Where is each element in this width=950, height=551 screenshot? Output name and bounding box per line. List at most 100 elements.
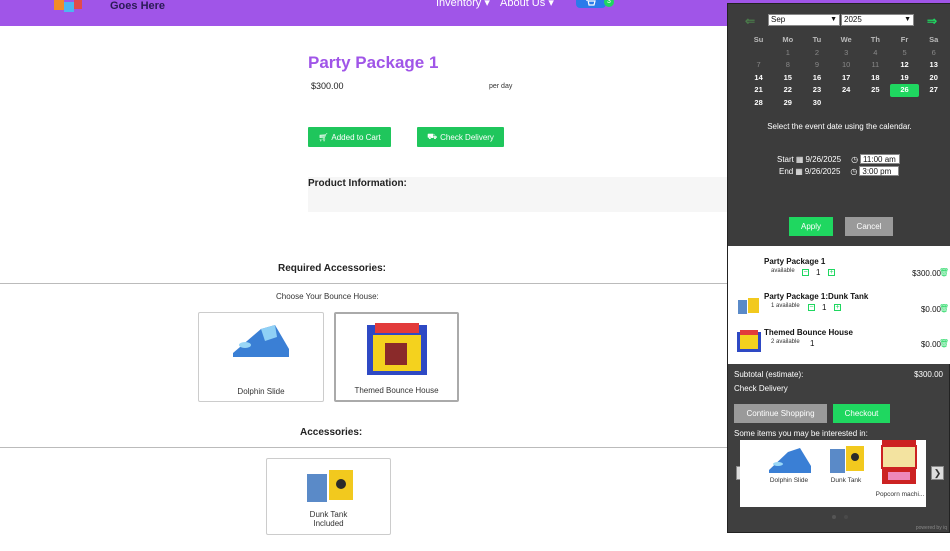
trash-icon[interactable]: 🗑︎ [939, 304, 949, 313]
clock-icon: ◷ [850, 166, 858, 176]
checkout-button[interactable]: Checkout [833, 404, 890, 423]
chevron-down-icon: ▼ [830, 16, 837, 23]
rec-item[interactable]: Dolphin Slide [760, 440, 818, 507]
truck-icon: ⛟ [427, 132, 438, 141]
day-of-week-label: Su [753, 35, 764, 44]
product-information-heading: Product Information: [308, 178, 407, 189]
plus-icon[interactable]: + [834, 304, 841, 311]
added-to-cart-button[interactable]: 🛒︎ Added to Cart [308, 127, 391, 147]
calendar-day[interactable]: 14 [744, 72, 773, 85]
nav-about-us[interactable]: About Us ▾ [500, 0, 554, 9]
cart-item-qty[interactable]: 1 [822, 303, 826, 312]
rec-item[interactable]: Dunk Tank [817, 440, 875, 507]
price-unit: per day [489, 83, 513, 90]
product-title: Party Package 1 [308, 53, 439, 72]
calendar-day: 3 [844, 47, 849, 57]
recommendations-label: Some items you may be interested in: [734, 429, 868, 438]
calendar-day[interactable]: 24 [832, 84, 861, 97]
calendar-empty-cell [919, 97, 948, 110]
apply-button[interactable]: Apply [789, 217, 833, 236]
minus-icon[interactable]: − [808, 304, 815, 311]
calendar-day-selected[interactable]: 26 [889, 84, 920, 97]
cart-side-panel: ⇐ ⇒ Sep ▼ 2025 ▼ Su Mo Tu We Th Fr Sa 1 2 3 4 5 6 7 8 9 10… [727, 3, 950, 533]
day-of-week-label: We [840, 35, 852, 44]
trash-icon[interactable]: 🗑︎ [939, 339, 949, 348]
calendar-day[interactable]: 30 [802, 97, 831, 110]
end-row: End ▦ 9/26/2025 ◷ 3:00 pm [779, 166, 900, 176]
check-delivery-button[interactable]: ⛟ Check Delivery [417, 127, 504, 147]
continue-shopping-button[interactable]: Continue Shopping [734, 404, 827, 423]
minus-icon[interactable]: − [802, 269, 809, 276]
cancel-button[interactable]: Cancel [845, 217, 893, 236]
subtotal-label: Subtotal (estimate): [734, 370, 804, 379]
day-of-week-label: Fr [900, 35, 909, 44]
dolphin-slide-image [233, 325, 289, 357]
option-dolphin-slide[interactable]: Dolphin Slide [198, 312, 324, 402]
popcorn-machine-image [881, 440, 917, 484]
cart-item-name: Themed Bounce House [764, 328, 853, 337]
calendar-day[interactable]: 21 [744, 84, 773, 97]
chevron-right-icon[interactable]: ❯ [931, 466, 944, 480]
cart-icon: 🛒︎ [318, 132, 329, 142]
option-themed-bounce-house[interactable]: Themed Bounce House [334, 312, 459, 402]
cart-item-name: Party Package 1 [764, 257, 826, 266]
calendar-day: 8 [785, 60, 790, 69]
calendar-day[interactable]: 18 [861, 72, 890, 85]
calendar-day[interactable]: 23 [802, 84, 831, 97]
trash-icon[interactable]: 🗑︎ [939, 268, 949, 277]
calendar-day[interactable]: 15 [773, 72, 802, 85]
calendar-day[interactable]: 19 [890, 72, 919, 85]
calendar-day: 11 [871, 60, 880, 69]
calendar-day[interactable]: 27 [919, 84, 948, 97]
dunk-tank-thumb [738, 298, 759, 314]
start-time-input[interactable]: 11:00 am [860, 154, 901, 164]
accessory-dunk-tank[interactable]: Dunk Tank Included [266, 458, 391, 535]
rec-item-name: Dolphin Slide [769, 477, 809, 484]
subtotal-value: $300.00 [914, 370, 943, 379]
year-select[interactable]: 2025 ▼ [841, 14, 914, 26]
calendar-day[interactable]: 25 [861, 84, 890, 97]
start-label: Start [777, 154, 794, 164]
calendar-day[interactable]: 17 [832, 72, 861, 85]
calendar-day[interactable]: 12 [890, 59, 919, 72]
chevron-down-icon: ▼ [904, 16, 911, 23]
cart-button[interactable] [576, 0, 606, 8]
calendar-day: 10 [841, 60, 851, 69]
divider [0, 447, 728, 448]
calendar-day[interactable]: 20 [919, 72, 948, 85]
calendar-day[interactable]: 28 [744, 97, 773, 110]
calendar-empty-cell [861, 97, 890, 110]
check-delivery-label: Check Delivery [440, 132, 494, 142]
logo-icon[interactable] [50, 0, 92, 14]
plus-icon[interactable]: + [828, 269, 835, 276]
end-date[interactable]: 9/26/2025 [805, 167, 841, 176]
logo-text[interactable]: Goes Here [110, 0, 165, 12]
start-date[interactable]: 9/26/2025 [805, 155, 841, 164]
day-of-week-label: Th [870, 35, 880, 44]
calendar-day: 2 [814, 47, 820, 57]
calendar-day[interactable]: 29 [773, 97, 802, 110]
cart-item-qty[interactable]: 1 [816, 268, 820, 277]
calendar-day[interactable]: 13 [919, 59, 948, 72]
calendar-day[interactable]: 22 [773, 84, 802, 97]
nav-inventory[interactable]: Inventory ▾ [436, 0, 490, 9]
calendar-day: 5 [902, 47, 907, 57]
end-time-input[interactable]: 3:00 pm [859, 166, 900, 176]
calendar-day[interactable]: 16 [802, 72, 831, 85]
cart-item-qty[interactable]: 1 [810, 339, 814, 348]
day-of-week-label: Mo [782, 35, 794, 44]
check-delivery-link[interactable]: Check Delivery [734, 384, 788, 393]
end-label: End [779, 166, 794, 176]
accessory-status: Included [313, 519, 344, 528]
month-select[interactable]: Sep ▼ [768, 14, 840, 26]
chevron-down-icon: ▾ [484, 0, 490, 9]
calendar-empty-cell [832, 97, 861, 110]
rec-item[interactable]: Popcorn machi... [871, 440, 929, 507]
prev-month-arrow-icon[interactable]: ⇐ [745, 14, 755, 28]
cart-item-name: Party Package 1:Dunk Tank [764, 292, 869, 301]
next-month-arrow-icon[interactable]: ⇒ [927, 14, 937, 28]
carousel-dot-active[interactable] [832, 515, 836, 519]
carousel-dot[interactable] [844, 515, 848, 519]
chevron-down-icon: ▾ [548, 0, 554, 9]
powered-by-label: powered by iq [915, 525, 947, 531]
